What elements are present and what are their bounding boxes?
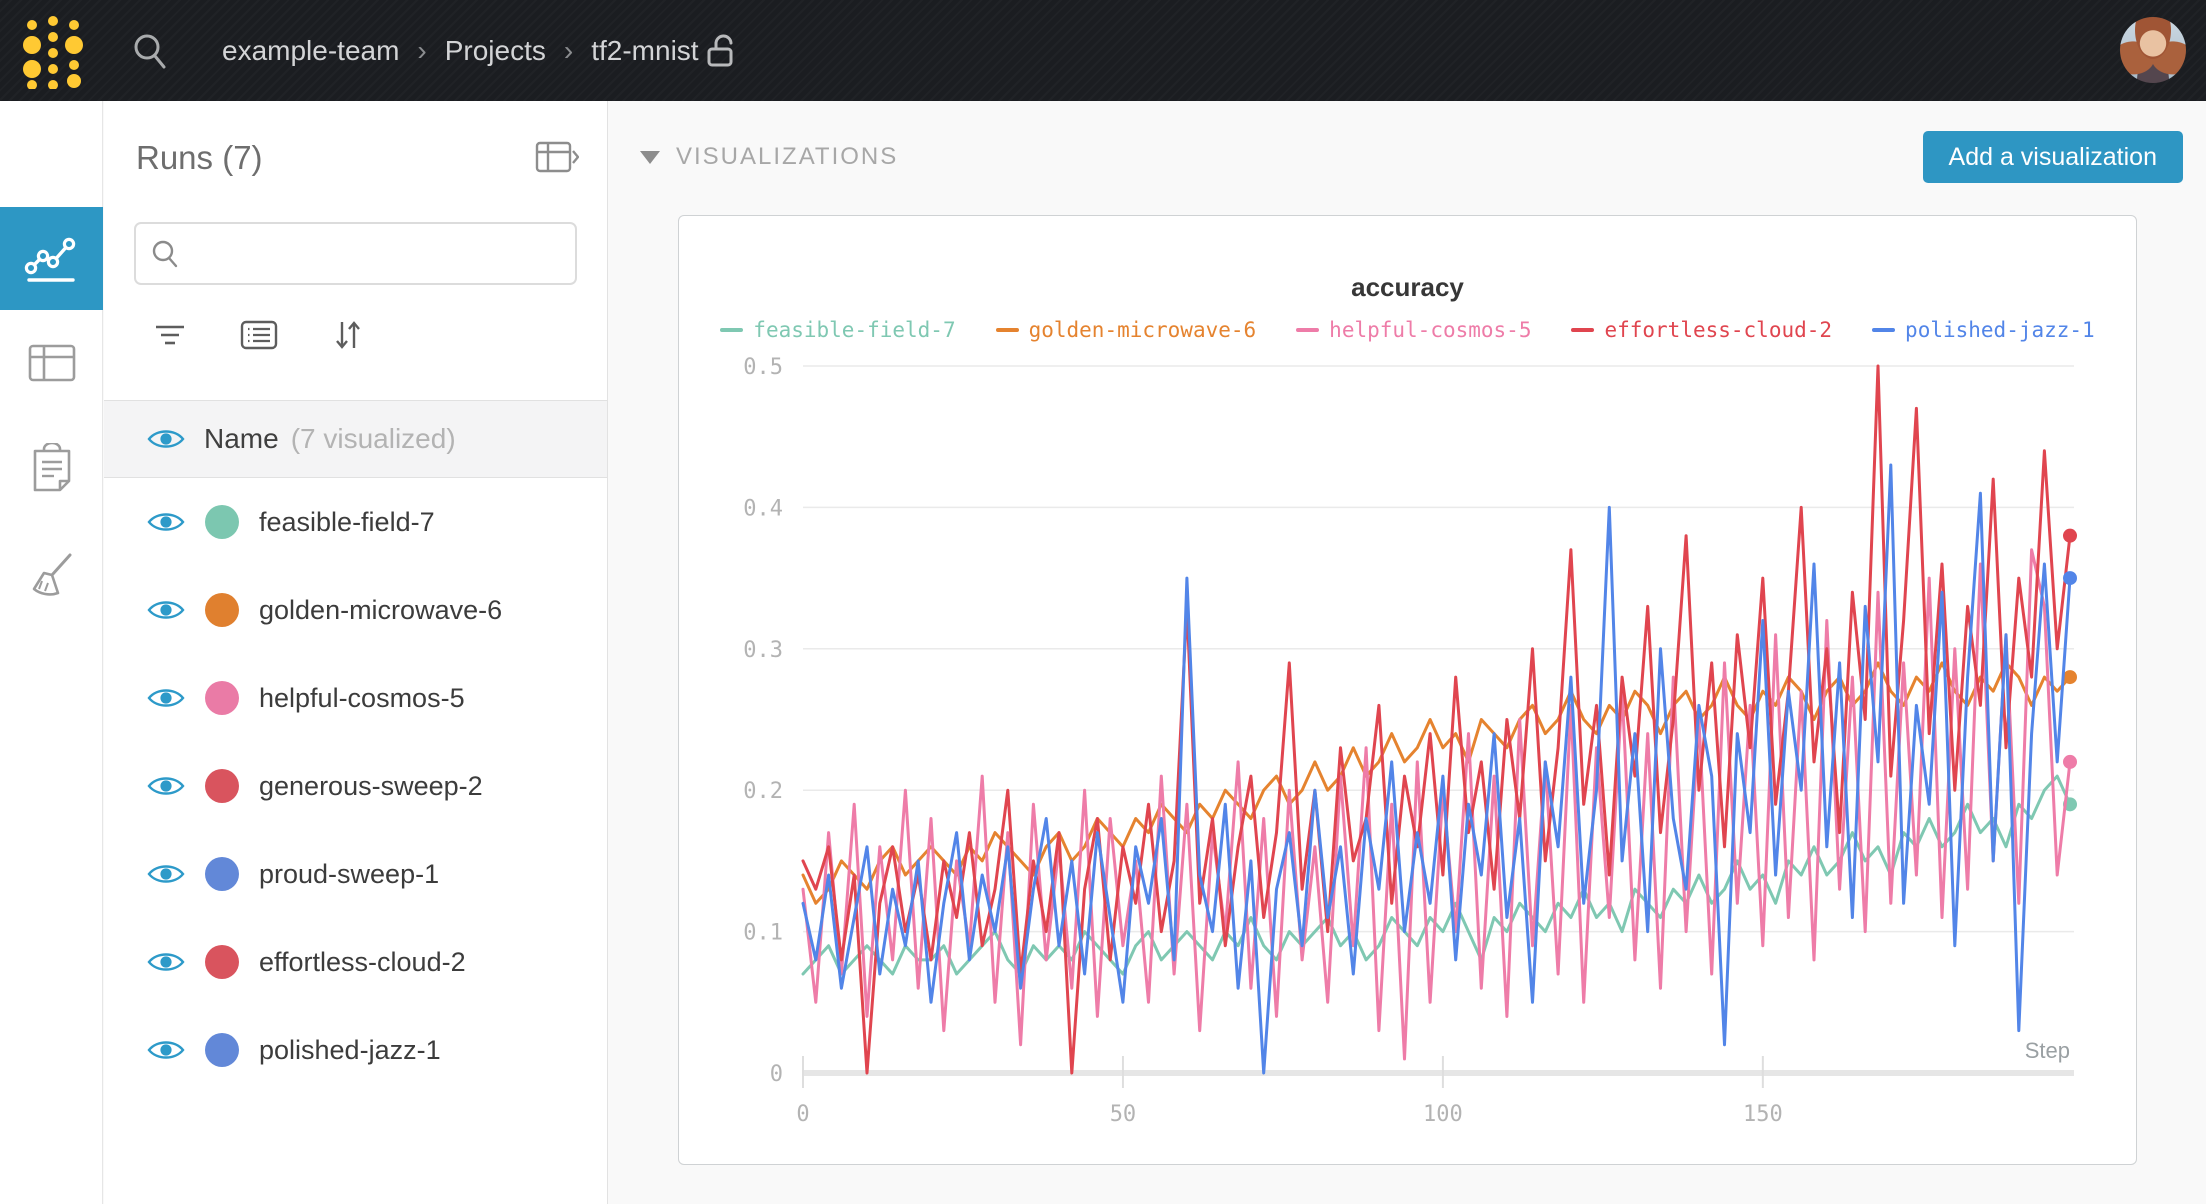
group-button[interactable] [240,320,278,350]
sidebar-rail: i [0,101,103,1204]
sort-icon [330,318,364,352]
run-name: polished-jazz-1 [259,1035,441,1066]
visualizations-collapse-toggle[interactable]: VISUALIZATIONS [640,143,898,171]
table-expand-icon [535,141,579,175]
svg-text:150: 150 [1743,1102,1783,1127]
run-color-dot [205,1033,239,1067]
wandb-app: example-team › Projects › tf2-mnist i [0,0,2206,1204]
top-nav: example-team › Projects › tf2-mnist [0,0,2206,101]
breadcrumb-separator: › [564,35,573,67]
svg-text:50: 50 [1110,1102,1137,1127]
svg-text:0: 0 [796,1102,809,1127]
runs-search-input[interactable] [190,237,561,270]
runs-name-header: Name (7 visualized) [104,400,607,478]
visualized-count: (7 visualized) [291,423,456,455]
run-color-dot [205,945,239,979]
breadcrumb-link[interactable]: tf2-mnist [591,35,698,67]
clipboard-icon [29,443,75,495]
svg-text:100: 100 [1423,1102,1463,1127]
run-name: golden-microwave-6 [259,595,502,626]
run-name: generous-sweep-2 [259,771,483,802]
runs-list: feasible-field-7 golden-microwave-6 help… [104,478,607,1094]
svg-text:0.3: 0.3 [743,638,783,663]
svg-text:0.2: 0.2 [743,779,783,804]
table-icon [27,343,77,383]
section-title: VISUALIZATIONS [676,143,898,171]
toggle-all-visibility-eye-icon[interactable] [146,426,186,452]
search-icon [150,239,180,269]
run-color-dot [205,681,239,715]
search-icon[interactable] [130,31,170,71]
run-name: proud-sweep-1 [259,859,439,890]
sort-button[interactable] [330,318,364,352]
visualizations-header-row: VISUALIZATIONS Add a visualization [640,131,2183,183]
filter-button[interactable] [152,320,188,350]
breadcrumb: example-team › Projects › tf2-mnist [222,35,699,67]
run-row[interactable]: effortless-cloud-2 [104,918,607,1006]
sidebar-item-sweeps[interactable] [0,549,103,601]
filter-icon [152,320,188,350]
run-visibility-eye-icon[interactable] [146,773,186,799]
accuracy-panel[interactable]: accuracy feasible-field-7golden-microwav… [678,215,2137,1165]
run-row[interactable]: proud-sweep-1 [104,830,607,918]
run-visibility-eye-icon[interactable] [146,685,186,711]
add-visualization-button[interactable]: Add a visualization [1923,131,2183,183]
collapse-triangle-icon [640,151,660,164]
name-header-label: Name [204,423,279,455]
runs-panel: Runs (7) [104,101,608,1204]
run-visibility-eye-icon[interactable] [146,1037,186,1063]
run-name: effortless-cloud-2 [259,947,466,978]
run-color-dot [205,505,239,539]
line-chart-icon [23,230,81,288]
accuracy-chart: 0 0.1 0.2 0.3 0.4 0.5 0 50 100 150 Step [679,216,2136,1164]
sidebar-item-reports[interactable] [0,443,103,495]
list-icon [240,320,278,350]
run-visibility-eye-icon[interactable] [146,861,186,887]
run-name: helpful-cosmos-5 [259,683,465,714]
breadcrumb-link[interactable]: Projects [445,35,546,67]
run-row[interactable]: helpful-cosmos-5 [104,654,607,742]
svg-text:Step: Step [2025,1038,2070,1063]
run-row[interactable]: generous-sweep-2 [104,742,607,830]
unlocked-icon [703,32,741,70]
run-color-dot [205,857,239,891]
run-visibility-eye-icon[interactable] [146,949,186,975]
avatar[interactable] [2120,17,2186,83]
wandb-logo-icon[interactable] [22,13,84,89]
svg-text:0: 0 [770,1062,783,1087]
breadcrumb-separator: › [417,35,426,67]
run-row[interactable]: polished-jazz-1 [104,1006,607,1094]
run-visibility-eye-icon[interactable] [146,597,186,623]
expand-table-button[interactable] [535,141,579,175]
run-color-dot [205,769,239,803]
run-row[interactable]: golden-microwave-6 [104,566,607,654]
broom-icon [26,549,78,601]
run-color-dot [205,593,239,627]
runs-panel-title: Runs (7) [136,139,263,177]
sidebar-item-charts[interactable] [0,207,103,310]
run-row[interactable]: feasible-field-7 [104,478,607,566]
run-visibility-eye-icon[interactable] [146,509,186,535]
svg-text:0.1: 0.1 [743,921,783,946]
sidebar-item-table[interactable] [0,343,103,383]
svg-text:0.5: 0.5 [743,355,783,380]
svg-text:0.4: 0.4 [743,496,783,521]
run-name: feasible-field-7 [259,507,435,538]
runs-search-box [134,222,577,285]
breadcrumb-link[interactable]: example-team [222,35,399,67]
